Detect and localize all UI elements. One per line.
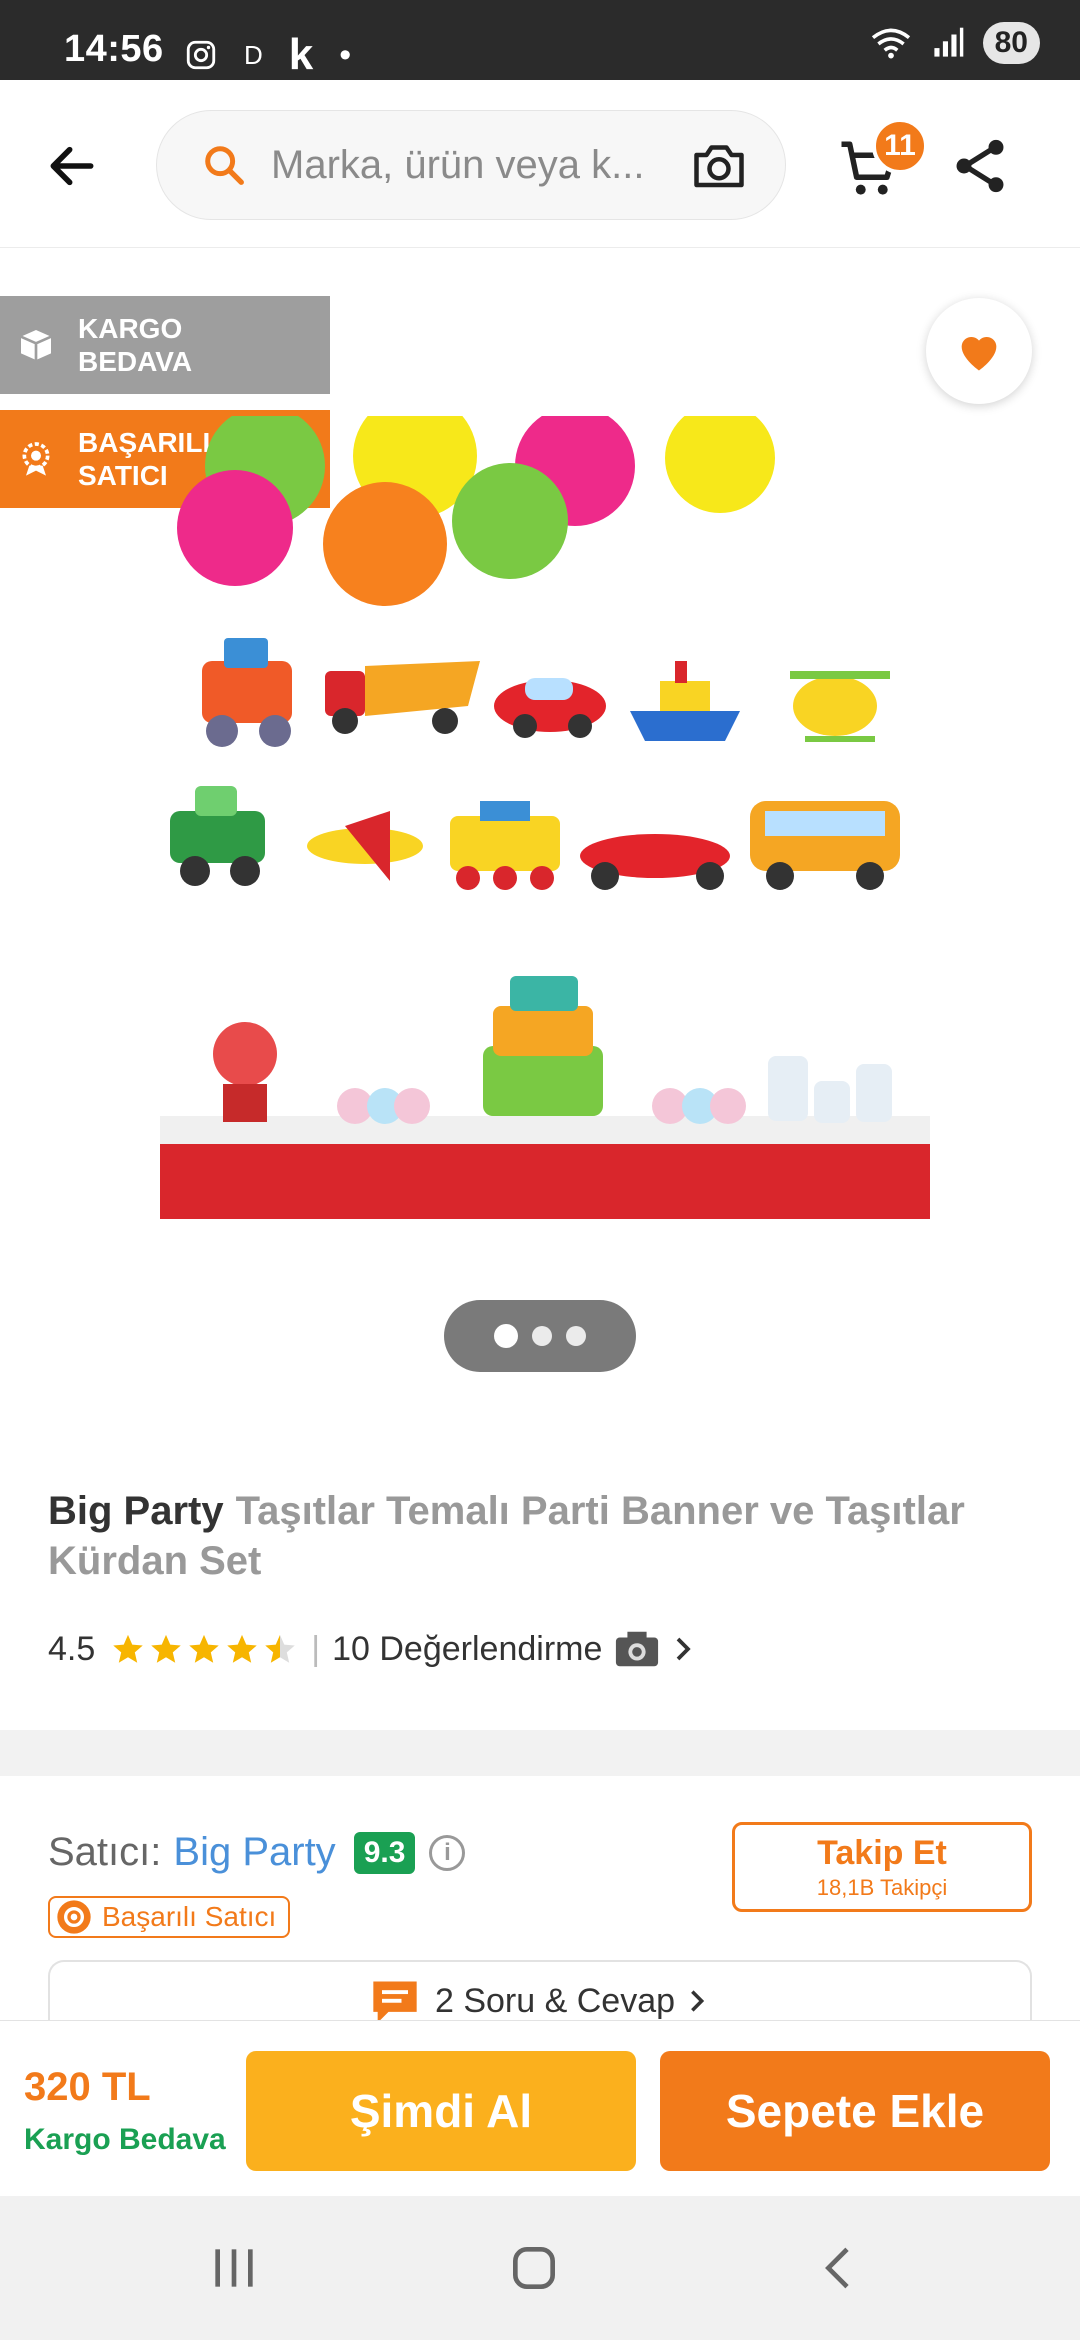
successful-seller-tag-label: Başarılı Satıcı	[102, 1901, 277, 1932]
follower-count: 18,1B Takipçi	[816, 1874, 948, 1900]
home-icon	[513, 2247, 555, 2289]
rating-value: 4.5	[48, 1629, 96, 1668]
seller-label: Satıcı:	[48, 1830, 162, 1874]
questions-answers-label: 2 Soru & Cevap	[434, 1981, 676, 2020]
gallery-dot-1[interactable]	[494, 1324, 518, 1348]
seller-score-badge: 9.3	[353, 1831, 416, 1874]
cart-count-badge: 11	[872, 118, 928, 174]
pom-pom-decorations	[177, 416, 775, 606]
rating-row[interactable]: 4.5 | 10 Değerlendirme	[48, 1624, 698, 1674]
free-shipping-badge-label: KARGO BEDAVA	[78, 313, 193, 377]
price: 320 TL	[24, 2065, 151, 2109]
arrow-left-icon	[50, 146, 94, 186]
free-shipping-badge: KARGO BEDAVA	[0, 296, 330, 394]
follow-button-label: Takip Et	[817, 1833, 947, 1872]
purchase-bar: 320 TL Kargo Bedava Şimdi Al Sepete Ekle	[0, 2020, 1080, 2196]
rating-separator: |	[311, 1629, 321, 1668]
home-button[interactable]	[494, 2236, 574, 2300]
battery-indicator: 80	[982, 22, 1040, 64]
heart-icon	[961, 336, 997, 371]
award-icon	[57, 1900, 91, 1934]
search-input[interactable]: Marka, ürün veya k...	[271, 143, 689, 188]
chevron-left-icon	[825, 2247, 849, 2289]
app-bar: Marka, ürün veya k... 11	[0, 80, 1080, 248]
follow-button[interactable]: Takip Et 18,1B Takipçi	[732, 1822, 1032, 1912]
status-notification-icons: D k •	[184, 30, 351, 80]
party-table	[160, 976, 930, 1219]
info-icon[interactable]: i	[429, 1834, 466, 1871]
gallery-dot-2[interactable]	[532, 1326, 552, 1346]
system-navigation-bar	[0, 2196, 1080, 2340]
star-icon	[151, 1634, 181, 1663]
gallery-pagination	[444, 1300, 636, 1372]
buy-now-button[interactable]: Şimdi Al	[246, 2051, 636, 2171]
signal-icon	[934, 27, 963, 57]
chevron-right-icon	[677, 1637, 692, 1661]
review-count[interactable]: 10 Değerlendirme	[332, 1630, 602, 1669]
wifi-icon	[871, 28, 910, 59]
notification-k-icon: k	[288, 30, 314, 79]
half-star-icon	[265, 1634, 295, 1663]
share-icon	[956, 139, 1004, 193]
gallery-dot-3[interactable]	[566, 1326, 586, 1346]
status-time: 14:56	[64, 28, 164, 70]
add-to-cart-button[interactable]: Sepete Ekle	[660, 2051, 1050, 2171]
instagram-icon	[186, 40, 216, 70]
successful-seller-tag: Başarılı Satıcı	[48, 1896, 291, 1938]
product-title: Big Party Taşıtlar Temalı Parti Banner ve…	[48, 1486, 1038, 1586]
notification-dot-icon: •	[339, 35, 352, 74]
seller-row: Satıcı: Big Party 9.3 i	[48, 1830, 466, 1875]
star-icon	[227, 1634, 257, 1663]
camera-icon[interactable]	[689, 135, 749, 195]
system-back-button[interactable]	[800, 2236, 880, 2300]
section-divider	[0, 1730, 1080, 1776]
product-brand[interactable]: Big Party	[48, 1489, 224, 1533]
seller-name-link[interactable]: Big Party	[173, 1830, 335, 1875]
product-image-gallery[interactable]: KARGO BEDAVA BAŞARILI SATICI	[0, 250, 1080, 1390]
cart-button[interactable]: 11	[836, 118, 928, 210]
favorite-button[interactable]	[926, 298, 1032, 404]
award-icon	[22, 442, 50, 476]
shipping-info: Kargo Bedava	[24, 2123, 226, 2156]
rating-stars	[111, 1632, 297, 1666]
recent-apps-icon	[215, 2249, 253, 2287]
star-icon	[113, 1634, 143, 1663]
back-button[interactable]	[36, 130, 108, 202]
search-icon	[205, 146, 244, 185]
share-button[interactable]	[948, 134, 1012, 198]
notification-d-icon: D	[244, 39, 263, 70]
chat-icon	[373, 1981, 417, 2023]
box-icon	[20, 330, 52, 360]
vehicle-cutouts	[170, 638, 900, 890]
recent-apps-button[interactable]	[194, 2236, 274, 2300]
camera-icon	[616, 1631, 659, 1667]
search-bar[interactable]: Marka, ürün veya k...	[156, 110, 786, 220]
status-system-icons: 80	[869, 22, 1040, 64]
star-icon	[189, 1634, 219, 1663]
status-bar: 14:56 D k • 80	[0, 0, 1080, 80]
chevron-right-icon	[691, 1990, 705, 2012]
